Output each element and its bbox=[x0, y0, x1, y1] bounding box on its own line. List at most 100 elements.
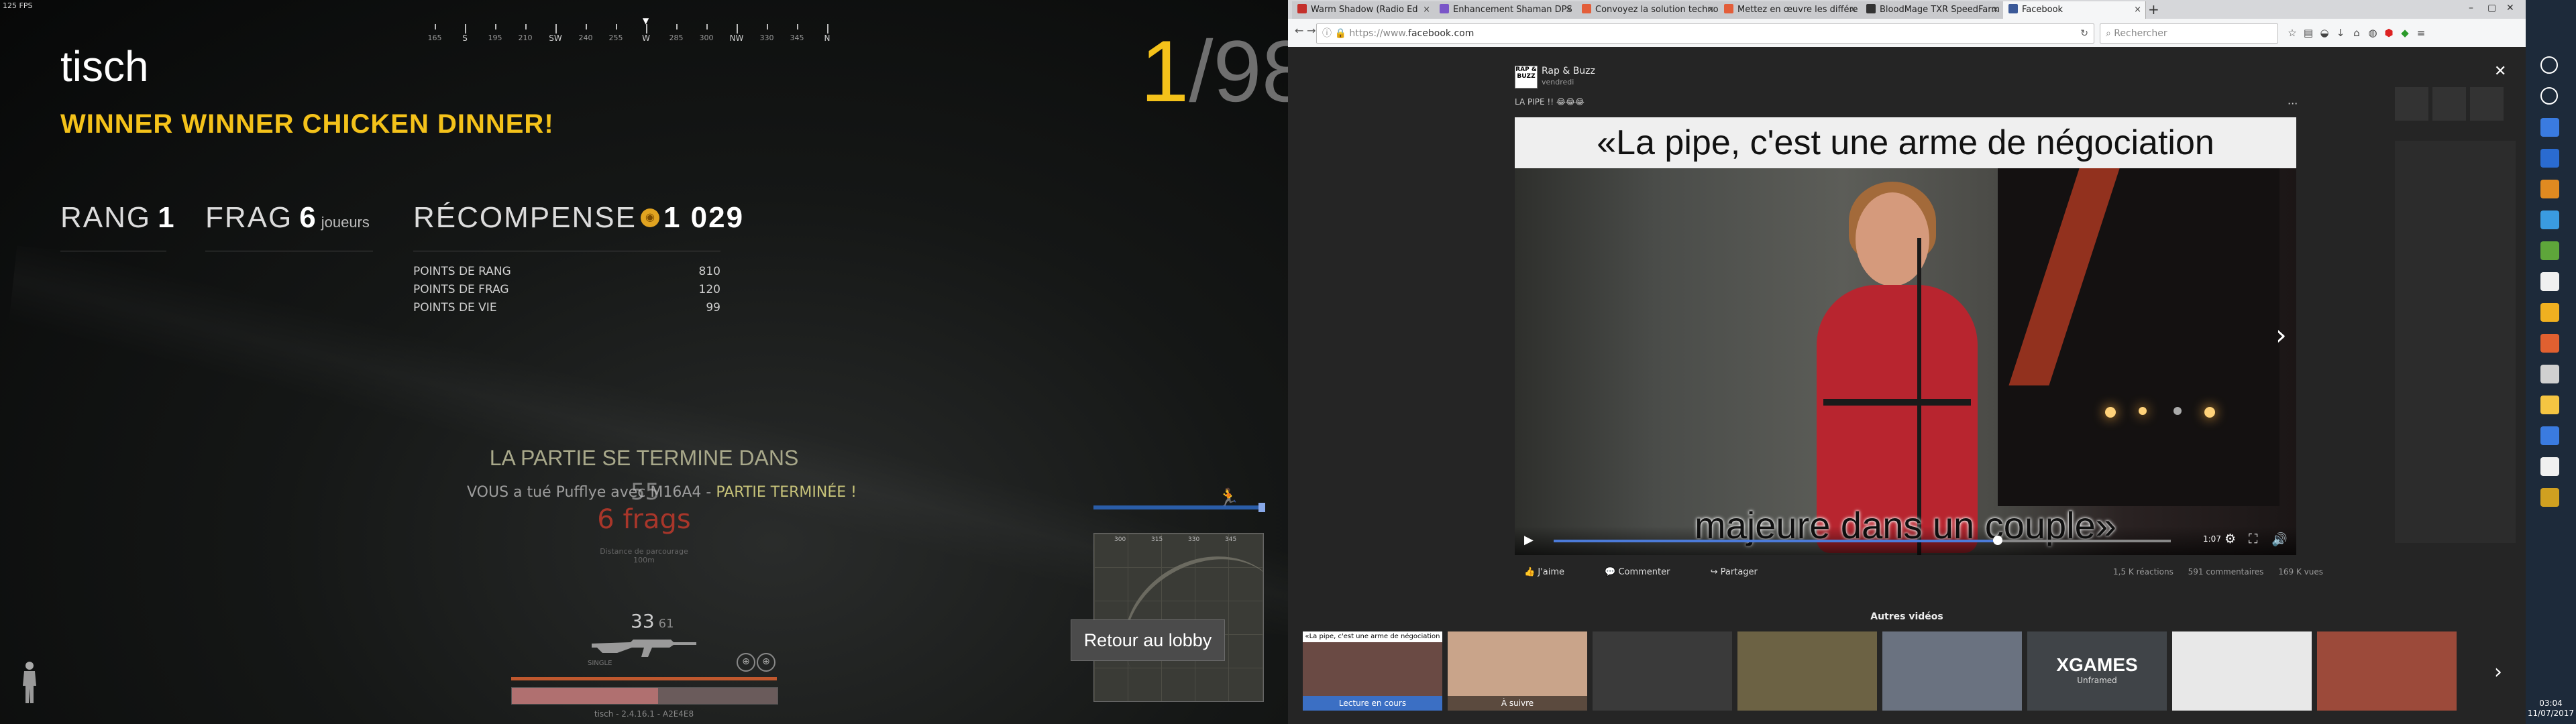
adblock-icon[interactable]: ⬢ bbox=[2383, 27, 2395, 39]
taskbar-app-icon[interactable] bbox=[2540, 365, 2559, 383]
browser-tab[interactable]: Convoyez la solution techno × bbox=[1576, 1, 1719, 19]
tab-close-icon[interactable]: × bbox=[1423, 1, 1430, 19]
download-icon[interactable]: ↓ bbox=[2334, 27, 2347, 39]
reading-list-icon[interactable]: ▤ bbox=[2302, 27, 2314, 39]
taskbar-app-icon[interactable] bbox=[2540, 56, 2558, 74]
volume-icon[interactable]: 🔊 bbox=[2271, 532, 2288, 547]
seek-handle[interactable] bbox=[1993, 536, 2003, 545]
video-thumbnail[interactable]: XGAMES Unframed bbox=[2027, 631, 2167, 711]
back-icon[interactable]: ← bbox=[1295, 24, 1303, 37]
comments-count[interactable]: 591 commentaires bbox=[2188, 567, 2264, 577]
next-video-arrow-icon[interactable]: › bbox=[2275, 318, 2287, 351]
video-thumbnail[interactable] bbox=[2172, 631, 2312, 711]
tab-close-icon[interactable]: × bbox=[1565, 1, 1572, 19]
taskbar-app-icon[interactable] bbox=[2540, 87, 2558, 105]
url-bar[interactable]: ⓘ 🔒 https://www.facebook.com ↻ bbox=[1316, 23, 2094, 44]
tab-close-icon[interactable]: × bbox=[1992, 1, 1999, 19]
tab-close-icon[interactable]: × bbox=[1849, 1, 1857, 19]
maximize-icon[interactable]: ▢ bbox=[2487, 3, 2496, 13]
return-to-lobby-button[interactable]: Retour au lobby bbox=[1071, 619, 1225, 661]
taskbar-app-icon[interactable] bbox=[2540, 241, 2559, 260]
tab-close-icon[interactable]: × bbox=[1707, 1, 1715, 19]
compass-label: 285 bbox=[669, 34, 684, 42]
compass-tick bbox=[616, 24, 617, 29]
forward-icon[interactable]: → bbox=[1307, 24, 1316, 37]
browser-tab[interactable]: Enhancement Shaman DPS × bbox=[1434, 1, 1577, 19]
minimap[interactable]: 300 315 330 345 bbox=[1093, 533, 1264, 702]
tab-close-icon[interactable]: × bbox=[2134, 1, 2141, 19]
minimap-bearing: 300 bbox=[1114, 536, 1126, 543]
taskbar-app-icon[interactable] bbox=[2540, 488, 2559, 507]
new-tab-button[interactable]: + bbox=[2148, 0, 2159, 19]
taskbar-app-icon[interactable] bbox=[2540, 334, 2559, 353]
bookmark-star-icon[interactable]: ☆ bbox=[2286, 27, 2298, 39]
placement-separator: / bbox=[1189, 22, 1214, 120]
tab-title: Facebook bbox=[2022, 5, 2063, 15]
stat-rank-value: 1 bbox=[158, 201, 176, 234]
video-seek-bar[interactable] bbox=[1554, 536, 2171, 545]
page-avatar[interactable]: RAP & BUZZ bbox=[1515, 66, 1538, 88]
tab-title: Enhancement Shaman DPS bbox=[1453, 5, 1572, 15]
attachment-icon: ⊕ bbox=[757, 653, 775, 672]
video-thumbnail[interactable] bbox=[2317, 631, 2457, 711]
breakdown-value: 810 bbox=[698, 265, 720, 278]
fullscreen-icon[interactable]: ⛶ bbox=[2249, 532, 2257, 546]
distance-value: 100m bbox=[633, 556, 655, 564]
distance-label: Distance de parcourage bbox=[600, 547, 688, 556]
video-thumbnail[interactable] bbox=[1737, 631, 1877, 711]
other-videos-title: Autres vidéos bbox=[1870, 611, 1943, 622]
taskbar-app-icon[interactable] bbox=[2540, 426, 2559, 445]
info-icon[interactable]: ⓘ bbox=[1322, 28, 1332, 39]
share-button[interactable]: ↪ Partager bbox=[1711, 567, 1776, 577]
home-icon[interactable]: ⌂ bbox=[2351, 27, 2363, 39]
play-icon[interactable]: ▶ bbox=[1524, 533, 1534, 547]
compass-label: 240 bbox=[578, 34, 593, 42]
compass-label: 300 bbox=[699, 34, 714, 42]
menu-icon[interactable]: ≡ bbox=[2415, 27, 2427, 39]
close-window-icon[interactable]: ✕ bbox=[2506, 3, 2514, 13]
video-player[interactable]: «La pipe, c'est une arme de négociation … bbox=[1515, 117, 2296, 555]
extension-green-icon[interactable]: ◆ bbox=[2399, 27, 2411, 39]
browser-tab[interactable]: Facebook × bbox=[2003, 1, 2146, 19]
player-name: tisch bbox=[60, 42, 149, 90]
reactions-count[interactable]: 1,5 K réactions bbox=[2113, 567, 2174, 577]
taskbar-app-icon[interactable] bbox=[2540, 457, 2559, 476]
like-button[interactable]: 👍 J'aime bbox=[1524, 567, 1583, 577]
taskbar-app-icon[interactable] bbox=[2540, 272, 2559, 291]
search-input[interactable]: ⌕ Rechercher bbox=[2100, 23, 2278, 44]
compass-tick bbox=[495, 24, 496, 29]
page-name-link[interactable]: Rap & Buzz bbox=[1542, 66, 1595, 76]
extension-icon[interactable]: ◍ bbox=[2367, 27, 2379, 39]
thumbnail-caption-strip: «La pipe, c'est une arme de négociation bbox=[1303, 631, 1442, 642]
distance-info: Distance de parcourage 100m bbox=[597, 547, 691, 564]
url-host: facebook.com bbox=[1408, 28, 1474, 39]
breakdown-label: POINTS DE FRAG bbox=[413, 283, 509, 296]
more-options-icon[interactable]: ··· bbox=[2288, 97, 2298, 110]
post-date[interactable]: vendredi bbox=[1542, 78, 1574, 86]
taskbar-app-icon[interactable] bbox=[2540, 396, 2559, 414]
tab-favicon-icon bbox=[1582, 4, 1591, 13]
browser-tab[interactable]: Mettez en œuvre les différe × bbox=[1719, 1, 1862, 19]
video-thumbnail[interactable]: «La pipe, c'est une arme de négociation L… bbox=[1303, 631, 1442, 711]
pocket-icon[interactable]: ◒ bbox=[2318, 27, 2330, 39]
minimize-icon[interactable]: – bbox=[2469, 3, 2473, 13]
taskbar-app-icon[interactable] bbox=[2540, 149, 2559, 168]
taskbar-app-icon[interactable] bbox=[2540, 210, 2559, 229]
tab-title: Convoyez la solution techno bbox=[1595, 5, 1719, 15]
tray-clock[interactable]: 03:04 11/07/2017 bbox=[2526, 699, 2576, 719]
reload-icon[interactable]: ↻ bbox=[2080, 24, 2088, 43]
video-thumbnail[interactable]: À suivre bbox=[1448, 631, 1587, 711]
close-icon[interactable]: ✕ bbox=[2494, 63, 2506, 80]
comment-button[interactable]: 💬 Commenter bbox=[1605, 567, 1688, 577]
taskbar-app-icon[interactable] bbox=[2540, 303, 2559, 322]
browser-tab[interactable]: Warm Shadow (Radio Ed × bbox=[1292, 1, 1435, 19]
browser-tab[interactable]: BloodMage TXR SpeedFarm × bbox=[1861, 1, 2004, 19]
video-thumbnail[interactable] bbox=[1882, 631, 2022, 711]
thumbs-next-arrow-icon[interactable]: › bbox=[2494, 660, 2502, 684]
thumbnail-status: À suivre bbox=[1448, 696, 1587, 711]
taskbar-app-icon[interactable] bbox=[2540, 118, 2559, 137]
ammo-reserve: 61 bbox=[658, 617, 674, 631]
video-thumbnail[interactable] bbox=[1593, 631, 1732, 711]
settings-gear-icon[interactable]: ⚙ bbox=[2224, 532, 2236, 546]
taskbar-app-icon[interactable] bbox=[2540, 180, 2559, 198]
